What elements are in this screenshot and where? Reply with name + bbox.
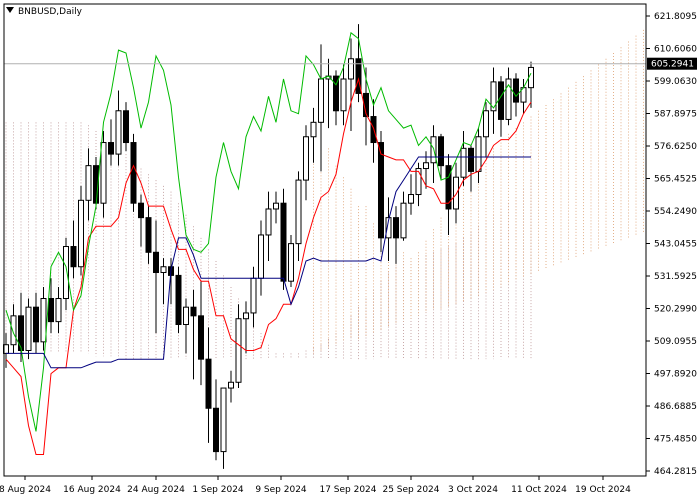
price-chart[interactable]: 621.8095 610.6060 599.0630 587.8975 576.6250… bbox=[0, 0, 700, 500]
y-tick-label: 543.0455 bbox=[654, 240, 697, 250]
y-tick-label: 621.8095 bbox=[654, 12, 697, 22]
y-tick-label: 475.4850 bbox=[654, 435, 697, 445]
x-tick-label: 24 Aug 2024 bbox=[127, 485, 185, 495]
y-tick-label: 497.8920 bbox=[654, 370, 697, 380]
y-axis: 621.8095 610.6060 599.0630 587.8975 576.6250… bbox=[646, 12, 697, 477]
x-tick-label: 16 Aug 2024 bbox=[63, 485, 121, 495]
y-tick-label: 565.4525 bbox=[654, 175, 697, 185]
current-price-marker: 605.2941 bbox=[647, 57, 697, 70]
y-tick-label: 554.2490 bbox=[654, 207, 697, 217]
x-tick-label: 19 Oct 2024 bbox=[575, 485, 631, 495]
y-tick-label: 509.0955 bbox=[654, 337, 697, 347]
candle bbox=[175, 266, 182, 334]
x-tick-label: 1 Sep 2024 bbox=[192, 485, 244, 495]
y-tick-label: 610.6060 bbox=[654, 45, 697, 55]
y-tick-label: 599.0630 bbox=[654, 77, 697, 87]
y-tick-label: 576.6250 bbox=[654, 142, 697, 152]
y-tick-label: 464.2815 bbox=[654, 467, 697, 477]
current-price-label: 605.2941 bbox=[651, 60, 694, 70]
x-tick-label: 11 Oct 2024 bbox=[511, 485, 567, 495]
x-tick-label: 3 Oct 2024 bbox=[448, 485, 498, 495]
y-tick-label: 531.5925 bbox=[654, 272, 697, 282]
y-tick-label: 486.6885 bbox=[654, 402, 697, 412]
candle bbox=[280, 188, 287, 290]
x-tick-label: 17 Sep 2024 bbox=[319, 485, 376, 495]
candle bbox=[25, 298, 32, 360]
candle bbox=[130, 133, 137, 212]
x-tick-label: 9 Sep 2024 bbox=[255, 485, 307, 495]
x-tick-label: 8 Aug 2024 bbox=[0, 485, 51, 495]
x-tick-label: 25 Sep 2024 bbox=[382, 485, 439, 495]
symbol-label: BNBUSD,Daily bbox=[18, 7, 83, 17]
y-tick-label: 587.8975 bbox=[654, 110, 697, 120]
y-tick-label: 520.2990 bbox=[654, 305, 697, 315]
